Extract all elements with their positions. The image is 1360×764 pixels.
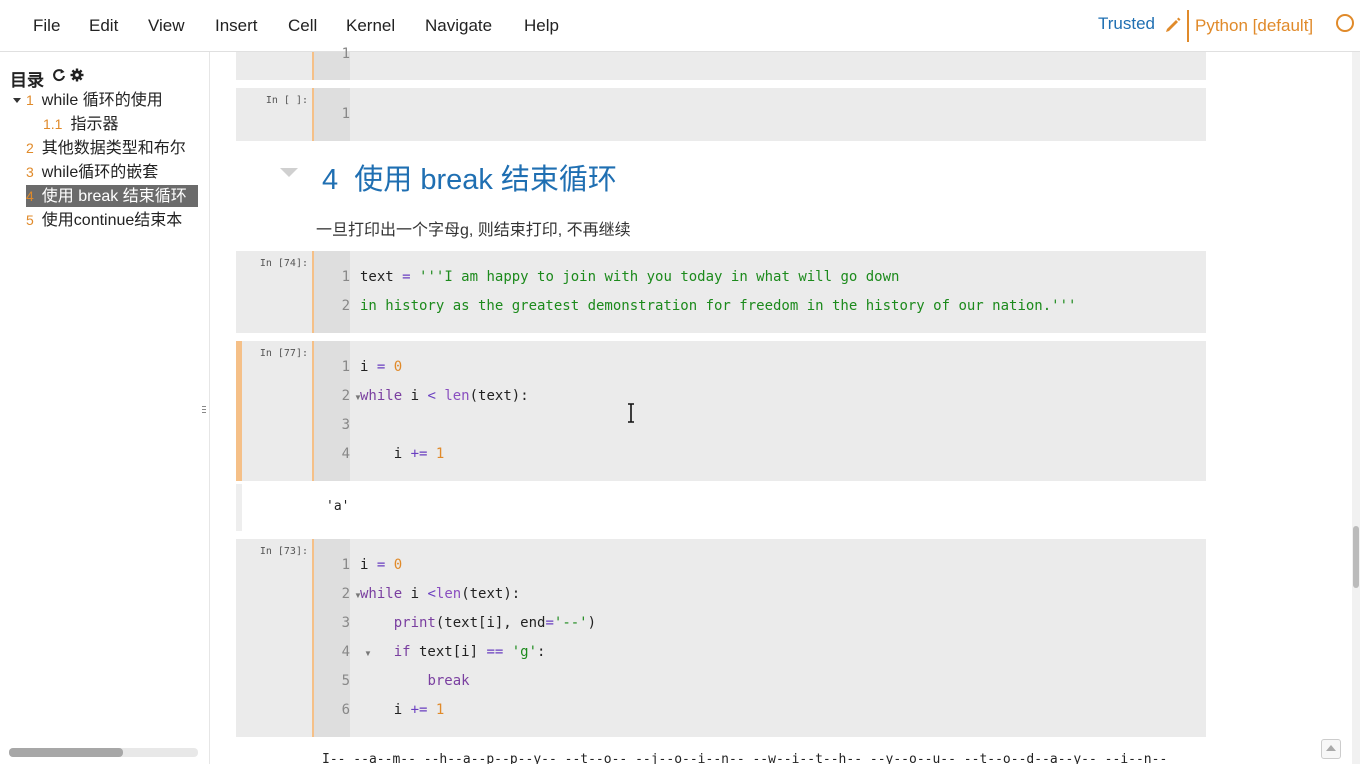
toc-item-1-1[interactable]: 1.1 指示器	[43, 113, 198, 135]
toc-item-label: while循环的嵌套	[41, 164, 159, 181]
toc-item-label: while 循环的使用	[41, 92, 163, 109]
code-line: i = 0	[360, 359, 403, 375]
line-number: 3	[341, 417, 350, 433]
kernel-idle-icon	[1336, 14, 1354, 32]
line-number: 2	[341, 388, 350, 404]
toc-scrollbar-thumb[interactable]	[9, 748, 123, 757]
toc-item-label: 使用continue结束本	[41, 212, 183, 229]
toc-item-number: 4	[26, 188, 34, 204]
code-line: break	[427, 673, 470, 689]
toc-item-number: 3	[26, 164, 34, 180]
section-heading[interactable]: 4 使用 break 结束循环	[322, 156, 617, 198]
code-cell-77-active[interactable]: In [77]: 1 2 ▼ 3 4 i = 0 while i < len(t…	[236, 341, 1206, 481]
cell-prompt: In [ ]:	[265, 95, 308, 106]
toc-item-number: 1	[26, 92, 34, 108]
toc-item-label: 使用 break 结束循环	[41, 188, 187, 205]
heading-number: 4	[322, 164, 339, 196]
line-number: 1	[341, 106, 350, 122]
toc-item-3[interactable]: 3 while循环的嵌套	[26, 161, 198, 183]
code-line: i = 0	[360, 557, 403, 573]
refresh-icon[interactable]	[52, 68, 66, 82]
code-cell-empty[interactable]: In [ ]: 1	[236, 88, 1206, 141]
active-cell-indicator	[236, 341, 242, 481]
toc-item-5[interactable]: 5 使用continue结束本	[26, 209, 198, 231]
line-number: 1	[341, 359, 350, 375]
cell-prompt: In [73]:	[259, 546, 308, 557]
toc-item-label: 指示器	[70, 116, 119, 133]
cell-prompt: In [77]:	[259, 348, 308, 359]
notebook-scrollbar[interactable]	[1352, 52, 1360, 764]
scroll-to-top-icon[interactable]	[1321, 739, 1341, 759]
line-number: 5	[341, 673, 350, 689]
cell-edge	[312, 251, 314, 333]
line-number: 4	[341, 644, 350, 660]
heading-collapse-caret-icon[interactable]	[280, 168, 298, 177]
output-collapse-bar[interactable]	[236, 484, 242, 531]
scrollbar-thumb[interactable]	[1353, 526, 1359, 588]
code-cell-partial[interactable]: 1	[236, 46, 1206, 80]
code-line: while i < len(text):	[360, 388, 529, 404]
line-number: 1	[341, 46, 350, 62]
line-number: 1	[341, 557, 350, 573]
menu-view[interactable]: View	[148, 16, 185, 36]
line-number-gutter	[314, 251, 350, 333]
menu-insert[interactable]: Insert	[215, 16, 258, 36]
line-number: 2	[341, 586, 350, 602]
toc-item-number: 2	[26, 140, 34, 156]
menu-navigate[interactable]: Navigate	[425, 16, 492, 36]
heading-text: 使用 break 结束循环	[354, 164, 617, 196]
line-number: 4	[341, 446, 350, 462]
kernel-separator	[1187, 10, 1189, 42]
toc-item-number: 5	[26, 212, 34, 228]
cell-output: I-- --a--m-- --h--a--p--p--y-- --t--o-- …	[322, 752, 1168, 764]
menu-cell[interactable]: Cell	[288, 16, 317, 36]
toc-item-label: 其他数据类型和布尔	[41, 140, 186, 157]
code-cell-74[interactable]: In [74]: 1 2 text = '''I am happy to joi…	[236, 251, 1206, 333]
pencil-icon[interactable]	[1164, 16, 1182, 34]
toc-sidebar: 目录 1 while 循环的使用 1.1 指示器 2 其他数据类型和布尔 3 while…	[0, 52, 210, 764]
cell-prompt: In [74]:	[259, 258, 308, 269]
trusted-indicator[interactable]: Trusted	[1098, 14, 1155, 34]
text-cursor-icon	[628, 403, 634, 423]
menu-file[interactable]: File	[33, 16, 60, 36]
menu-help[interactable]: Help	[524, 16, 559, 36]
code-line: in history as the greatest demonstration…	[360, 298, 1077, 314]
sidebar-resize-handle[interactable]	[202, 404, 207, 418]
kernel-name[interactable]: Python [default]	[1195, 16, 1313, 36]
code-line: i += 1	[360, 702, 445, 718]
line-number: 2	[341, 298, 350, 314]
markdown-text[interactable]: 一旦打印出一个字母g, 则结束打印, 不再继续	[316, 216, 631, 240]
menu-edit[interactable]: Edit	[89, 16, 118, 36]
code-cell-73[interactable]: In [73]: 1 2 ▼ 3 4 ▼ 5 6 i = 0 while i <…	[236, 539, 1206, 737]
gear-icon[interactable]	[70, 68, 84, 82]
line-number: 6	[341, 702, 350, 718]
code-line: while i <len(text):	[360, 586, 521, 602]
code-line: i += 1	[360, 446, 445, 462]
code-line: text = '''I am happy to join with you to…	[360, 269, 900, 285]
menu-kernel[interactable]: Kernel	[346, 16, 395, 36]
line-number: 1	[341, 269, 350, 285]
line-number: 3	[341, 615, 350, 631]
code-line: print(text[i], end='--')	[393, 615, 597, 631]
toc-horizontal-scrollbar[interactable]	[9, 748, 198, 757]
toc-item-4-active[interactable]: 4 使用 break 结束循环	[26, 185, 198, 207]
cell-output: 'a'	[326, 499, 350, 514]
toc-item-1[interactable]: 1 while 循环的使用	[26, 89, 198, 111]
code-line: if text[i] == 'g':	[393, 644, 546, 660]
menubar: File Edit View Insert Cell Kernel Naviga…	[0, 0, 1360, 52]
toc-item-2[interactable]: 2 其他数据类型和布尔	[26, 137, 198, 159]
toc-title: 目录	[10, 71, 44, 90]
toc-collapse-caret-icon[interactable]	[13, 98, 21, 103]
toc-item-number: 1.1	[43, 116, 63, 132]
